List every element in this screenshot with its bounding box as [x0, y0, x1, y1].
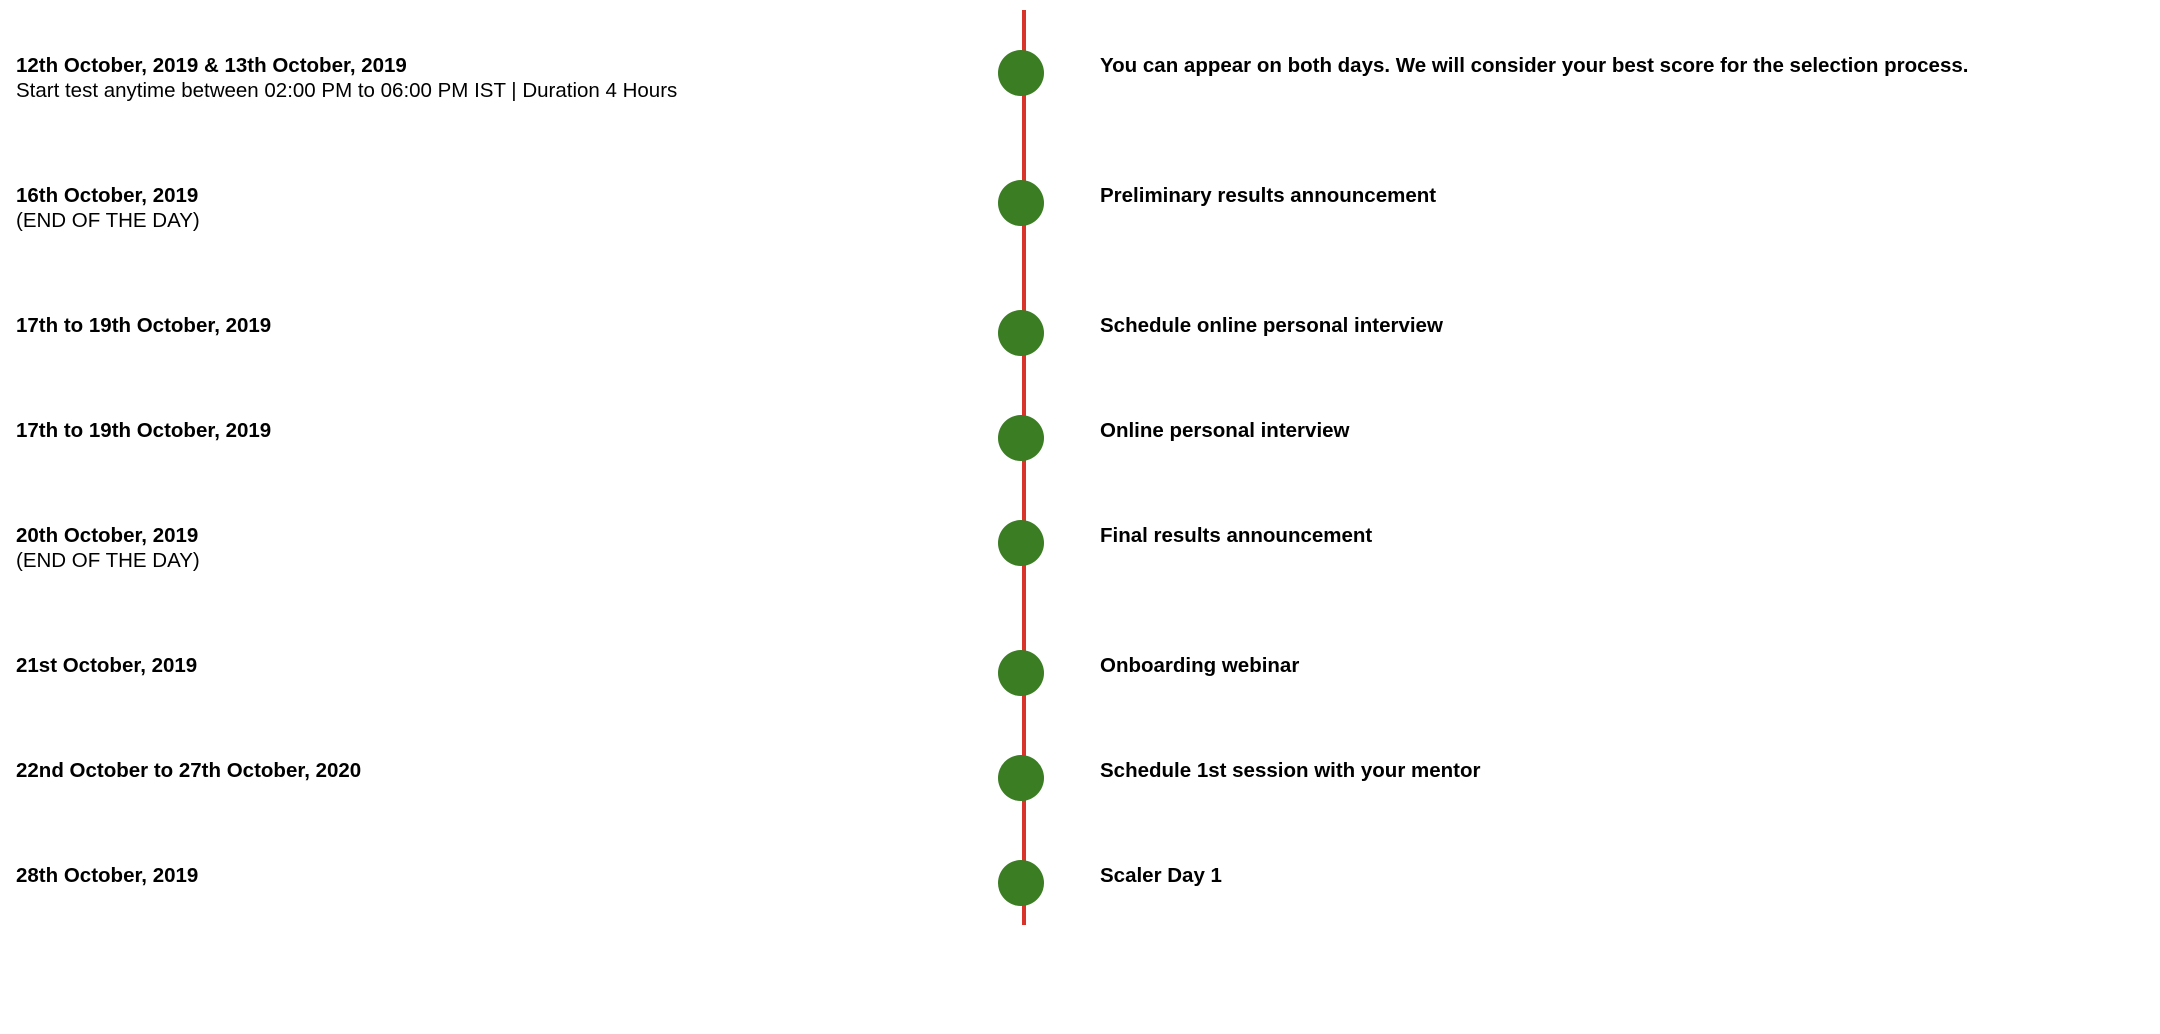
event-description: Final results announcement: [1100, 524, 1373, 547]
event-date-block: 17th to 19th October, 2019: [16, 418, 976, 443]
event-date: 28th October, 2019: [16, 864, 199, 887]
timeline-node: [998, 650, 1044, 696]
event-date-block: 20th October, 2019 (END OF THE DAY): [16, 523, 976, 573]
timeline: 12th October, 2019 & 13th October, 2019 …: [0, 0, 2160, 1034]
timeline-node: [998, 50, 1044, 96]
event-date-block: 22nd October to 27th October, 2020: [16, 758, 976, 783]
event-description: Schedule online personal interview: [1100, 314, 1443, 337]
timeline-node: [998, 310, 1044, 356]
timeline-event: 17th to 19th October, 2019 Schedule onli…: [0, 310, 2160, 373]
event-date: 17th to 19th October, 2019: [16, 314, 272, 337]
event-date-note: (END OF THE DAY): [16, 549, 200, 572]
event-date-note: (END OF THE DAY): [16, 209, 200, 232]
event-description: Onboarding webinar: [1100, 654, 1300, 677]
timeline-event: 16th October, 2019 (END OF THE DAY) Prel…: [0, 180, 2160, 243]
event-description: You can appear on both days. We will con…: [1100, 54, 1969, 77]
event-date: 16th October, 2019: [16, 184, 199, 207]
timeline-node: [998, 415, 1044, 461]
event-date: 17th to 19th October, 2019: [16, 419, 272, 442]
timeline-event: 21st October, 2019 Onboarding webinar: [0, 650, 2160, 713]
event-description: Preliminary results announcement: [1100, 184, 1437, 207]
timeline-event: 20th October, 2019 (END OF THE DAY) Fina…: [0, 520, 2160, 583]
event-date: 21st October, 2019: [16, 654, 198, 677]
event-date-block: 16th October, 2019 (END OF THE DAY): [16, 183, 976, 233]
event-date: 20th October, 2019: [16, 524, 199, 547]
event-description: Schedule 1st session with your mentor: [1100, 759, 1481, 782]
timeline-event: 28th October, 2019 Scaler Day 1: [0, 860, 2160, 923]
timeline-node: [998, 755, 1044, 801]
event-date-note: Start test anytime between 02:00 PM to 0…: [16, 79, 678, 102]
event-date-block: 12th October, 2019 & 13th October, 2019 …: [16, 53, 976, 103]
event-date-block: 21st October, 2019: [16, 653, 976, 678]
timeline-event: 17th to 19th October, 2019 Online person…: [0, 415, 2160, 478]
timeline-node: [998, 180, 1044, 226]
event-description: Online personal interview: [1100, 419, 1350, 442]
timeline-event: 12th October, 2019 & 13th October, 2019 …: [0, 50, 2160, 113]
timeline-node: [998, 860, 1044, 906]
timeline-node: [998, 520, 1044, 566]
event-date-block: 28th October, 2019: [16, 863, 976, 888]
timeline-event: 22nd October to 27th October, 2020 Sched…: [0, 755, 2160, 818]
event-date: 22nd October to 27th October, 2020: [16, 759, 362, 782]
event-date: 12th October, 2019 & 13th October, 2019: [16, 54, 407, 77]
event-date-block: 17th to 19th October, 2019: [16, 313, 976, 338]
event-description: Scaler Day 1: [1100, 864, 1222, 887]
